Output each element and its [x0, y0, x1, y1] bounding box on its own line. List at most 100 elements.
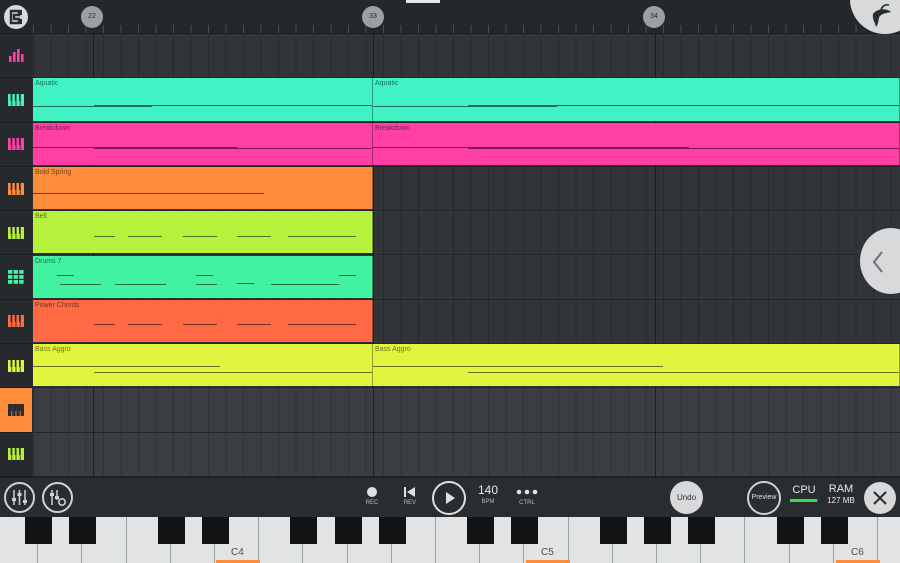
track-header-selected[interactable]: [0, 388, 32, 433]
clip-label: Breakdown: [35, 124, 71, 132]
track-headers: [0, 34, 32, 477]
black-key[interactable]: [290, 517, 318, 544]
clip-label: Bell: [35, 213, 47, 221]
piano-keys-icon: [8, 182, 24, 195]
piano-keys-icon: [8, 226, 24, 239]
note-mark: [373, 105, 558, 107]
note-mark: [182, 235, 217, 237]
bar-marker-22[interactable]: 22: [81, 6, 103, 28]
tempo-button[interactable]: 140 BPM: [474, 483, 502, 505]
pattern-clip[interactable]: Power Chords: [33, 299, 373, 343]
pattern-clip[interactable]: Breakdown: [33, 122, 373, 165]
black-key[interactable]: [69, 517, 97, 544]
octave-label: C6: [851, 547, 864, 558]
black-key[interactable]: [688, 517, 716, 544]
black-key[interactable]: [644, 517, 671, 544]
black-key[interactable]: [157, 517, 185, 544]
note-mark: [33, 105, 152, 107]
undo-button[interactable]: Undo: [670, 481, 703, 514]
note-mark: [288, 235, 356, 237]
preview-button[interactable]: Preview: [747, 481, 781, 515]
note-mark: [94, 371, 372, 373]
control-button[interactable]: CTRL: [514, 487, 540, 506]
pattern-clip[interactable]: Bell: [33, 211, 373, 254]
cpu-label: CPU: [792, 484, 816, 496]
drum-pads-icon: [8, 270, 24, 284]
pattern-clip[interactable]: Aquatic: [33, 78, 373, 121]
pattern-clip[interactable]: Bass Aggro: [373, 344, 900, 387]
track-lane-mixer[interactable]: [33, 34, 900, 79]
pattern-clip[interactable]: Aquatic: [373, 78, 900, 121]
note-mark: [196, 284, 217, 286]
track-lane-empty[interactable]: [33, 432, 900, 477]
reverse-button[interactable]: REV: [400, 487, 420, 506]
ram-label: RAM: [828, 483, 854, 495]
note-mark: [467, 148, 899, 150]
clip-label: Drums 7: [35, 257, 62, 265]
track-header-drums[interactable]: [0, 256, 32, 300]
note-mark: [33, 366, 220, 368]
transport-bar: REC REV 140 BPM CTRL Undo Preview CPU RA…: [0, 477, 900, 518]
note-mark: [339, 275, 356, 277]
clip-label: Aquatic: [375, 80, 399, 88]
pattern-clip[interactable]: Bass Aggro: [33, 344, 373, 387]
black-key[interactable]: [202, 517, 229, 544]
black-key[interactable]: [776, 517, 804, 544]
more-dots-icon: [516, 489, 538, 495]
note-mark: [237, 235, 271, 237]
track-header-bold-spring[interactable]: [0, 167, 32, 212]
pattern-clip[interactable]: Drums 7: [33, 255, 373, 298]
close-icon: [873, 491, 887, 505]
black-key[interactable]: [820, 517, 848, 544]
chevron-left-icon: [872, 251, 883, 273]
pattern-clip[interactable]: Breakdown: [373, 122, 900, 165]
clip-label: Power Chords: [35, 301, 80, 309]
timeline-ruler[interactable]: 22 33 34: [0, 0, 900, 34]
play-button[interactable]: [432, 481, 466, 515]
snap-magnet-button[interactable]: [4, 5, 28, 29]
close-button[interactable]: [864, 482, 896, 514]
pattern-clip[interactable]: Bold Spring: [33, 166, 373, 210]
note-mark: [196, 275, 214, 277]
mixer-sliders-icon: [12, 490, 27, 505]
mixer-bars-icon: [9, 48, 24, 62]
track-header-breakdown[interactable]: [0, 123, 32, 167]
white-key[interactable]: [878, 517, 900, 563]
bar-marker-34[interactable]: 34: [643, 6, 665, 28]
black-key[interactable]: [599, 517, 627, 544]
black-key[interactable]: [467, 517, 495, 544]
track-header-aquatic[interactable]: [0, 78, 32, 123]
play-icon: [446, 492, 455, 504]
note-mark: [373, 366, 663, 368]
record-caption: REC: [365, 500, 379, 506]
mixer-button[interactable]: [4, 482, 35, 513]
track-header-bass-aggro[interactable]: [0, 344, 32, 389]
black-key[interactable]: [378, 517, 406, 544]
note-mark: [182, 324, 217, 326]
piano-keyboard[interactable]: C4 C5 C6: [0, 517, 900, 563]
note-mark: [114, 284, 166, 286]
bar-marker-33[interactable]: 33: [362, 6, 384, 28]
record-button[interactable]: REC: [362, 487, 382, 506]
playlist-grid[interactable]: Aquatic Aquatic Breakdown Breakdown Bold Spr…: [33, 34, 900, 477]
track-header-empty[interactable]: [0, 433, 32, 477]
note-mark: [33, 192, 265, 194]
tempo-value: 140: [477, 483, 499, 497]
black-key[interactable]: [25, 517, 53, 544]
black-key[interactable]: [511, 517, 539, 544]
song-position-indicator: [406, 0, 440, 3]
reverse-caption: REV: [403, 500, 417, 506]
tempo-caption: BPM: [481, 499, 495, 505]
black-key[interactable]: [334, 517, 362, 544]
clip-label: Bass Aggro: [35, 346, 71, 354]
track-header-power-chords[interactable]: [0, 300, 32, 345]
cpu-meter: [790, 499, 818, 502]
piano-keys-icon: [8, 359, 24, 372]
track-header-bell[interactable]: [0, 211, 32, 256]
plugin-settings-button[interactable]: [42, 482, 73, 513]
track-header-mixer[interactable]: [0, 34, 32, 79]
note-mark: [467, 104, 899, 106]
track-lane-selected[interactable]: [33, 388, 900, 433]
clip-label: Bold Spring: [35, 168, 72, 176]
note-mark: [237, 282, 254, 284]
